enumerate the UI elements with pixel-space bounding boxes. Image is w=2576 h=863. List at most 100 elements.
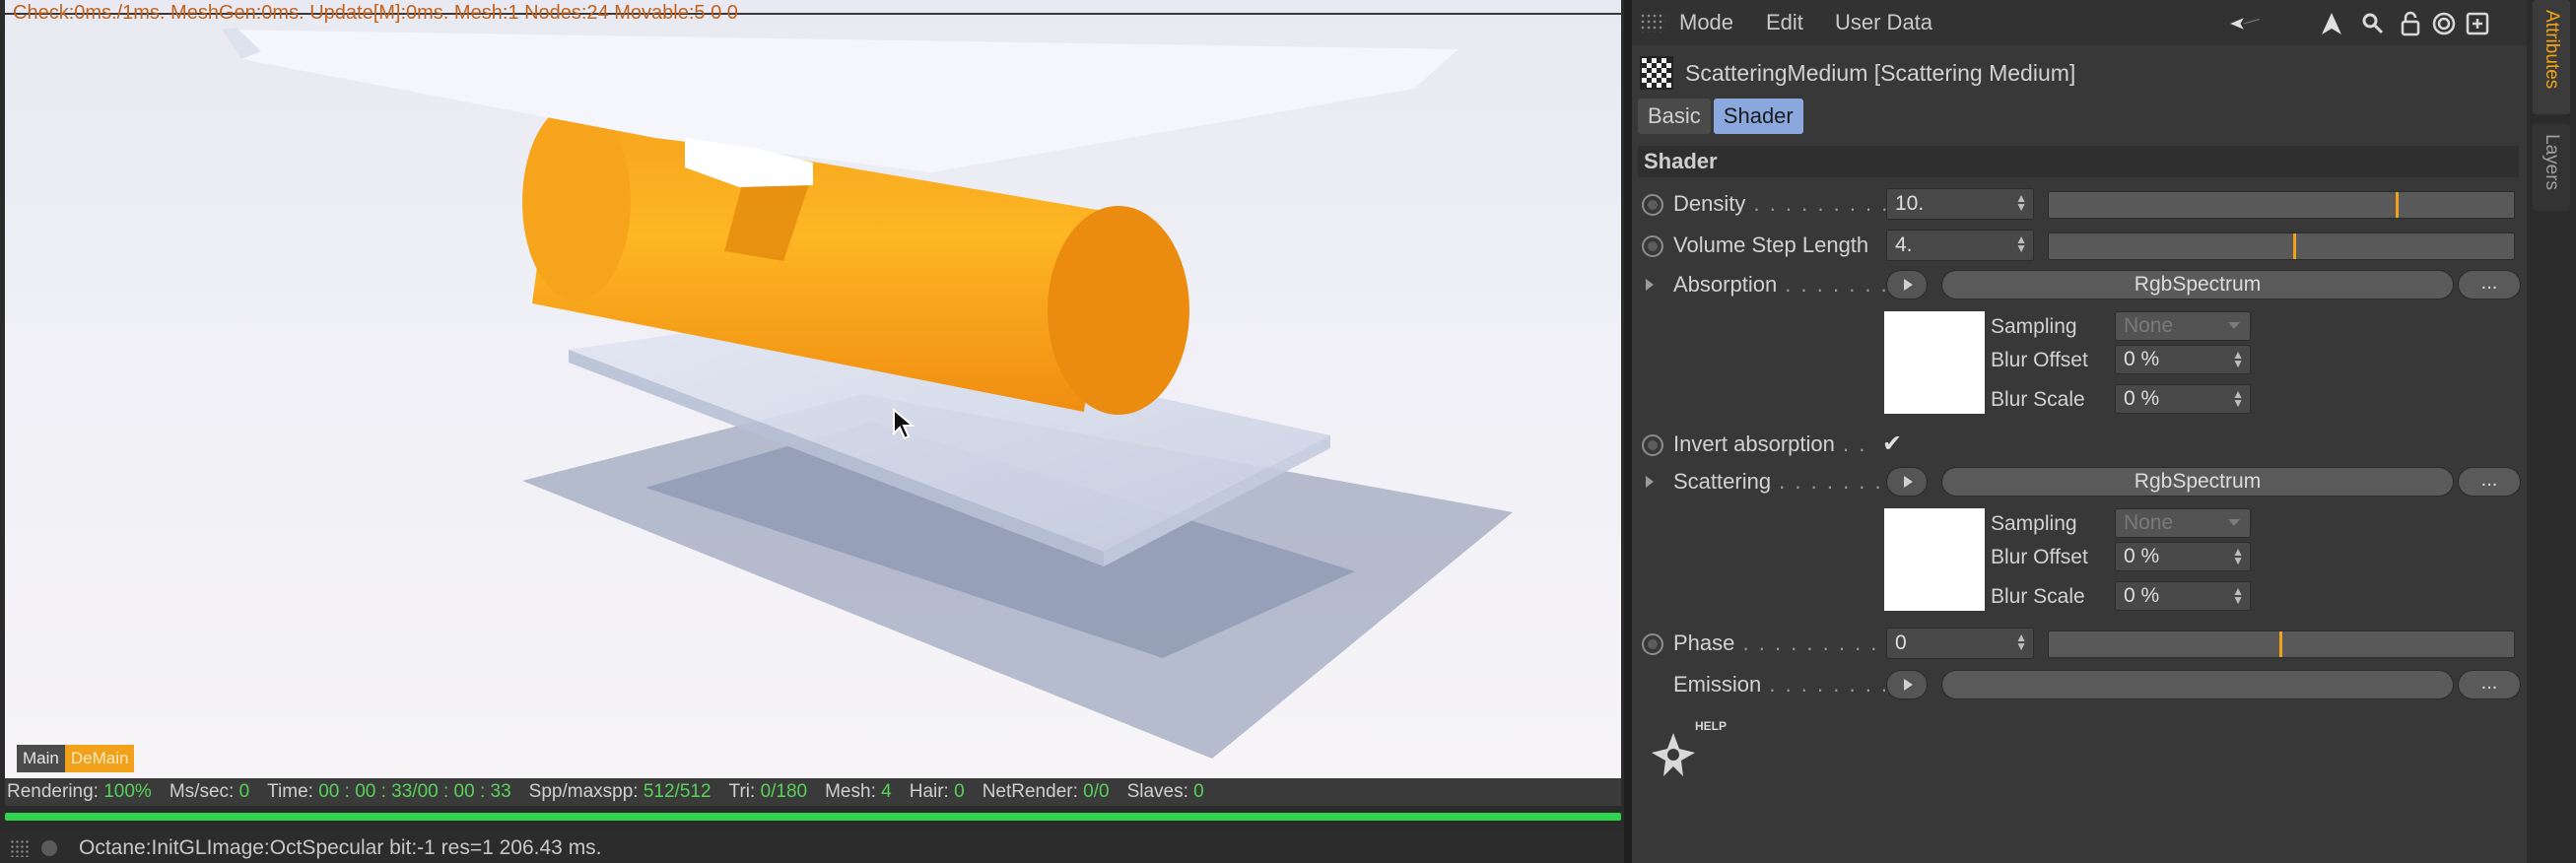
absorption-blur-offset-input[interactable]: 0 % ▲ ▼ <box>2115 345 2251 374</box>
spinner-arrows-icon[interactable]: ▲ ▼ <box>2015 192 2027 213</box>
field-value: 10. <box>1895 192 1925 215</box>
phase-slider[interactable] <box>2048 631 2515 658</box>
spinner-arrows-icon[interactable]: ▲ ▼ <box>2232 388 2244 409</box>
phase-input[interactable]: 0 ▲ ▼ <box>1886 628 2034 659</box>
blur-scale-label: Blur Scale <box>1991 585 2085 608</box>
stat-value: 0 <box>954 781 965 802</box>
panel-splitter[interactable] <box>1624 0 1632 863</box>
slider-handle[interactable] <box>2293 233 2297 259</box>
spinner-arrows-icon[interactable]: ▲ ▼ <box>2232 585 2244 606</box>
volume-step-slider[interactable] <box>2048 232 2515 260</box>
scattering-shader-button[interactable]: RgbSpectrum <box>1941 467 2454 497</box>
label-dots: . . . . . . . . . . <box>1745 191 1906 216</box>
absorption-preview-swatch[interactable] <box>1884 311 1985 414</box>
grip-icon[interactable] <box>1640 13 1665 33</box>
absorption-sampling-dropdown[interactable]: None <box>2115 311 2251 341</box>
field-value: 0 % <box>2124 584 2160 607</box>
density-input[interactable]: 10. ▲ ▼ <box>1886 188 2034 220</box>
emission-more-button[interactable]: ... <box>2458 670 2521 699</box>
animate-radio-icon[interactable] <box>1642 235 1663 257</box>
expand-triangle-icon[interactable] <box>1646 476 1654 488</box>
stat-label: Spp/maxspp: <box>528 781 639 802</box>
animate-radio-icon[interactable] <box>1642 194 1663 216</box>
slider-handle[interactable] <box>2396 192 2399 218</box>
stat-value: 4 <box>881 781 892 802</box>
label-text: Invert absorption <box>1673 432 1835 456</box>
search-icon[interactable] <box>2357 8 2389 39</box>
scattering-blur-scale-input[interactable]: 0 % ▲ ▼ <box>2115 581 2251 611</box>
absorption-preview-group: Sampling None Blur Offset 0 % ▲ ▼ Blur Sca… <box>1884 311 2278 414</box>
spinner-arrows-icon[interactable]: ▲ ▼ <box>2015 631 2027 652</box>
up-arrow-icon[interactable] <box>2316 8 2347 39</box>
field-value: None <box>2124 511 2174 534</box>
tab-shader[interactable]: Shader <box>1713 99 1803 134</box>
viewport-tab-demain[interactable]: DeMain <box>64 745 135 772</box>
blur-offset-label: Blur Offset <box>1991 546 2088 568</box>
scattering-preview-swatch[interactable] <box>1884 508 1985 611</box>
stat-value: 00 : 00 : 33/00 : 00 : 33 <box>318 781 511 802</box>
stat-value: 0/0 <box>1083 781 1110 802</box>
render-progress-bar <box>5 810 1621 824</box>
spinner-arrows-icon[interactable]: ▲ ▼ <box>2015 233 2027 254</box>
absorption-blur-offset-row: Blur Offset 0 % ▲ ▼ <box>1991 345 2286 378</box>
lock-icon[interactable] <box>2395 8 2426 39</box>
emission-play-button[interactable] <box>1886 670 1928 699</box>
console-message: Octane:InitGLImage:OctSpecular bit:-1 re… <box>79 836 602 859</box>
emission-shader-button[interactable] <box>1941 670 2454 699</box>
tab-basic[interactable]: Basic <box>1638 99 1711 134</box>
viewport-tab-bar: Main DeMain <box>17 745 135 772</box>
param-phase: Phase . . . . . . . . . . . . 0 ▲ ▼ <box>1632 625 2527 662</box>
param-scattering: Scattering . . . . . . . . RgbSpectrum .… <box>1632 463 2527 500</box>
attributes-panel: Mode Edit User Data ScatteringMedium [Sc… <box>1632 0 2527 863</box>
side-tab-layers[interactable]: Layers <box>2533 124 2570 211</box>
absorption-more-button[interactable]: ... <box>2458 270 2521 299</box>
menu-edit[interactable]: Edit <box>1766 10 1803 35</box>
stat-value: 100% <box>103 781 152 802</box>
console-bar: Octane:InitGLImage:OctSpecular bit:-1 re… <box>0 833 1624 863</box>
grip-icon[interactable] <box>10 839 30 857</box>
param-absorption: Absorption . . . . . . . RgbSpectrum ... <box>1632 266 2527 303</box>
stat-label: Rendering: <box>7 781 99 802</box>
animate-radio-icon[interactable] <box>1642 633 1663 655</box>
side-tab-strip: Attributes Layers <box>2527 0 2576 863</box>
back-arrow-icon[interactable] <box>2229 8 2261 39</box>
scattering-sampling-dropdown[interactable]: None <box>2115 508 2251 538</box>
stat-mssec: Ms/sec: 0 <box>169 781 249 803</box>
target-icon[interactable] <box>2428 8 2460 39</box>
stat-slaves: Slaves: 0 <box>1127 781 1204 803</box>
absorption-shader-button[interactable]: RgbSpectrum <box>1941 270 2454 299</box>
absorption-play-button[interactable] <box>1886 270 1928 299</box>
label-dots: . . . . . . . . <box>1771 469 1899 494</box>
stat-hair: Hair: 0 <box>910 781 965 803</box>
absorption-sampling-row: Sampling None <box>1991 311 2286 345</box>
spinner-arrows-icon[interactable]: ▲ ▼ <box>2232 349 2244 369</box>
render-stats-bar: Rendering: 100% Ms/sec: 0 Time: 00 : 00 … <box>5 778 1621 806</box>
render-view[interactable]: Check:0ms./1ms. MeshGen:0ms. Update[M]:0… <box>5 0 1621 778</box>
stat-value: 0/180 <box>760 781 808 802</box>
spinner-arrows-icon[interactable]: ▲ ▼ <box>2232 546 2244 566</box>
volume-step-input[interactable]: 4. ▲ ▼ <box>1886 230 2034 261</box>
absorption-blur-scale-input[interactable]: 0 % ▲ ▼ <box>2115 384 2251 414</box>
viewport-tab-main[interactable]: Main <box>17 745 65 772</box>
scattering-more-button[interactable]: ... <box>2458 467 2521 497</box>
density-slider[interactable] <box>2048 191 2515 219</box>
blur-scale-label: Blur Scale <box>1991 388 2085 411</box>
new-panel-icon[interactable] <box>2462 8 2493 39</box>
menu-mode[interactable]: Mode <box>1679 10 1733 35</box>
menu-user-data[interactable]: User Data <box>1835 10 1932 35</box>
stat-label: Slaves: <box>1126 781 1188 802</box>
scattering-blur-offset-input[interactable]: 0 % ▲ ▼ <box>2115 542 2251 571</box>
render-viewport-area: Check:0ms./1ms. MeshGen:0ms. Update[M]:0… <box>0 0 1624 863</box>
slider-handle[interactable] <box>2279 631 2282 657</box>
expand-triangle-icon[interactable] <box>1646 279 1654 291</box>
stat-tri: Tri: 0/180 <box>729 781 808 803</box>
param-label: Scattering . . . . . . . . <box>1673 469 1899 495</box>
invert-absorption-checkbox[interactable]: ✔ <box>1882 430 1902 458</box>
side-tab-attributes[interactable]: Attributes <box>2533 0 2570 114</box>
rendered-scene <box>222 28 1513 759</box>
scattering-preview-group: Sampling None Blur Offset 0 % ▲ ▼ Blur Sca… <box>1884 508 2278 611</box>
animate-radio-icon[interactable] <box>1642 434 1663 456</box>
param-emission: Emission . . . . . . . . . . ... <box>1632 666 2527 703</box>
scattering-play-button[interactable] <box>1886 467 1928 497</box>
help-button[interactable]: HELP <box>1646 719 1727 788</box>
